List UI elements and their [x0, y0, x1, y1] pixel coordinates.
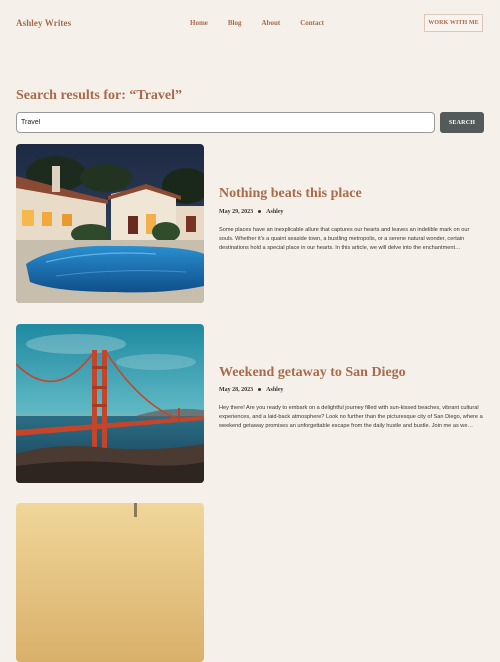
post-date: May 29, 2023 — [219, 209, 254, 215]
work-with-me-button[interactable]: WORK WITH ME — [424, 14, 483, 32]
post-excerpt: Some places have an inexplicable allure … — [219, 227, 470, 251]
site-logo[interactable]: Ashley Writes — [16, 18, 71, 28]
post-meta: May 29, 2023 Ashley — [219, 209, 284, 215]
post-title[interactable]: Nothing beats this place — [219, 186, 362, 202]
main-nav: Home Blog About Contact — [190, 19, 324, 27]
separator-dot — [258, 210, 262, 214]
post-title[interactable]: Weekend getaway to San Diego — [219, 365, 406, 381]
post-author[interactable]: Ashley — [266, 209, 283, 215]
nav-home[interactable]: Home — [190, 19, 208, 27]
search-input[interactable] — [16, 112, 435, 133]
post-date: May 28, 2023 — [219, 387, 254, 393]
search-result-item: Nothing beats this place May 29, 2023 Ash… — [16, 144, 484, 303]
post-excerpt: Hey there! Are you ready to embark on a … — [219, 405, 483, 429]
search-results-heading: Search results for: “Travel” — [16, 88, 183, 103]
golden-gate-bridge-image[interactable] — [16, 324, 204, 483]
search-result-item — [16, 503, 484, 662]
search-button[interactable]: SEARCH — [440, 112, 484, 133]
post-author[interactable]: Ashley — [266, 387, 283, 393]
search-result-item: Weekend getaway to San Diego May 28, 202… — [16, 324, 484, 483]
nav-contact[interactable]: Contact — [300, 19, 324, 27]
site-header: Ashley Writes Home Blog About Contact WO… — [0, 0, 500, 46]
post-meta: May 28, 2023 Ashley — [219, 387, 284, 393]
desert-landscape-image[interactable] — [16, 503, 204, 662]
nav-blog[interactable]: Blog — [228, 19, 242, 27]
nav-about[interactable]: About — [262, 19, 281, 27]
villa-pool-at-dusk-image[interactable] — [16, 144, 204, 303]
separator-dot — [258, 388, 262, 392]
